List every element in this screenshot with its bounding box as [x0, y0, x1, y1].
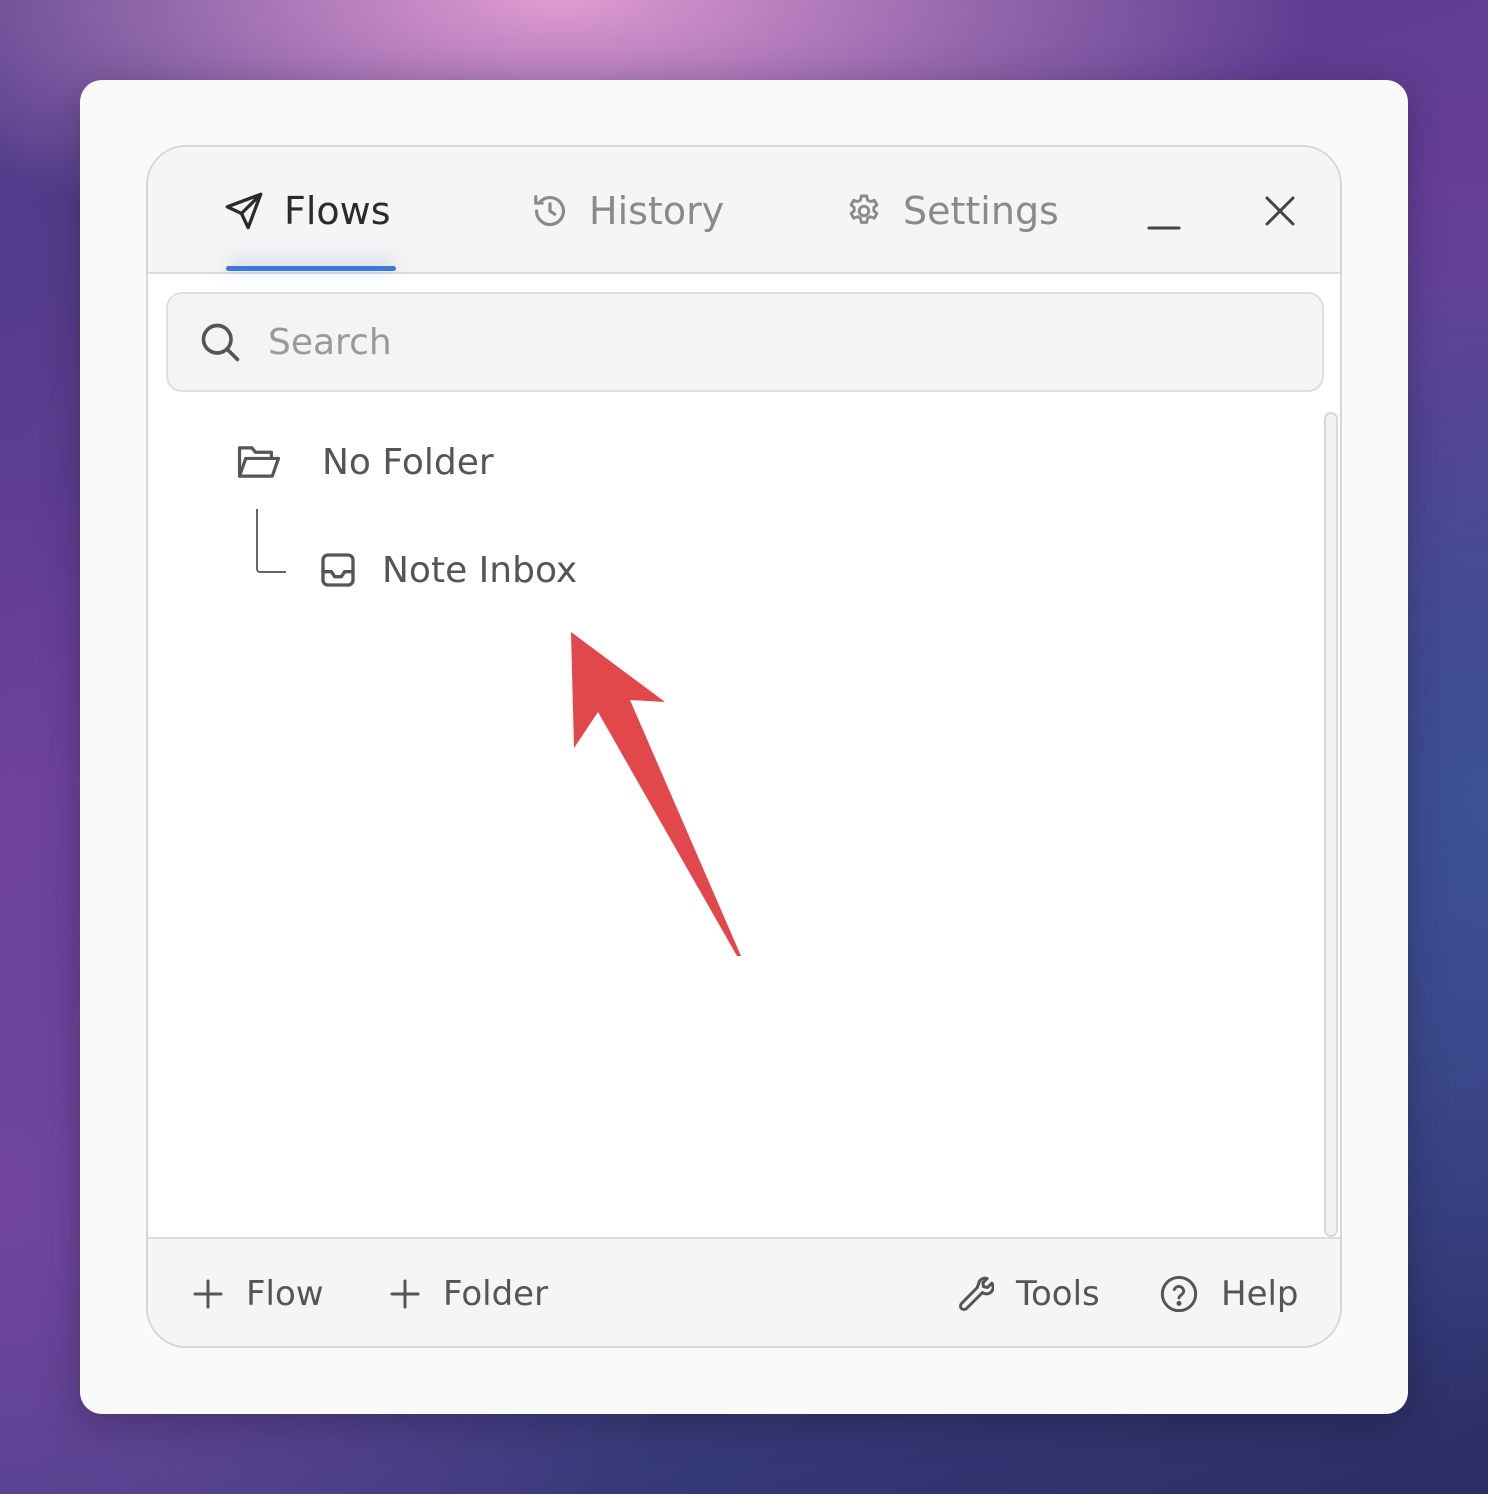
close-button[interactable]	[1258, 189, 1302, 233]
flow-row-note-inbox[interactable]: Note Inbox	[318, 545, 577, 595]
minimize-icon	[1147, 226, 1181, 230]
tab-flows-label: Flows	[284, 189, 391, 233]
tab-history[interactable]: History	[531, 183, 724, 239]
tab-settings[interactable]: Settings	[845, 183, 1059, 239]
tools-label: Tools	[1016, 1274, 1100, 1314]
search-icon	[201, 323, 240, 362]
add-flow-button[interactable]: Flow	[192, 1269, 324, 1319]
add-folder-label: Folder	[443, 1274, 549, 1314]
search-box[interactable]	[166, 292, 1324, 392]
folder-row-no-folder[interactable]: No Folder	[236, 437, 494, 487]
inbox-icon	[321, 553, 355, 587]
tab-settings-label: Settings	[903, 189, 1059, 233]
footer-bar: Flow Folder Tools Help	[148, 1237, 1340, 1346]
close-icon	[1265, 196, 1295, 226]
minimize-button[interactable]	[1142, 195, 1186, 239]
flows-panel-window: Flows History Settings Search No Folder …	[146, 145, 1342, 1348]
send-icon	[225, 192, 263, 230]
folder-open-icon	[237, 446, 281, 478]
flow-label: Note Inbox	[382, 549, 578, 591]
history-icon	[534, 195, 566, 227]
plus-icon	[390, 1279, 420, 1309]
active-tab-indicator	[226, 266, 396, 271]
gear-icon	[849, 194, 879, 224]
tab-flows[interactable]: Flows	[224, 183, 391, 239]
add-flow-label: Flow	[246, 1274, 324, 1314]
folder-label: No Folder	[322, 441, 494, 483]
add-folder-button[interactable]: Folder	[389, 1269, 548, 1319]
help-button[interactable]: Help	[1159, 1269, 1299, 1319]
help-label: Help	[1221, 1274, 1299, 1314]
help-icon	[1160, 1275, 1198, 1313]
search-input[interactable]	[266, 320, 1170, 364]
tab-history-label: History	[589, 189, 725, 233]
tree-connector	[256, 509, 286, 573]
wrench-icon	[958, 1276, 994, 1312]
tab-bar: Flows History Settings	[148, 147, 1340, 274]
plus-icon	[193, 1279, 223, 1309]
tools-button[interactable]: Tools	[954, 1269, 1100, 1319]
scrollbar[interactable]	[1324, 412, 1338, 1237]
